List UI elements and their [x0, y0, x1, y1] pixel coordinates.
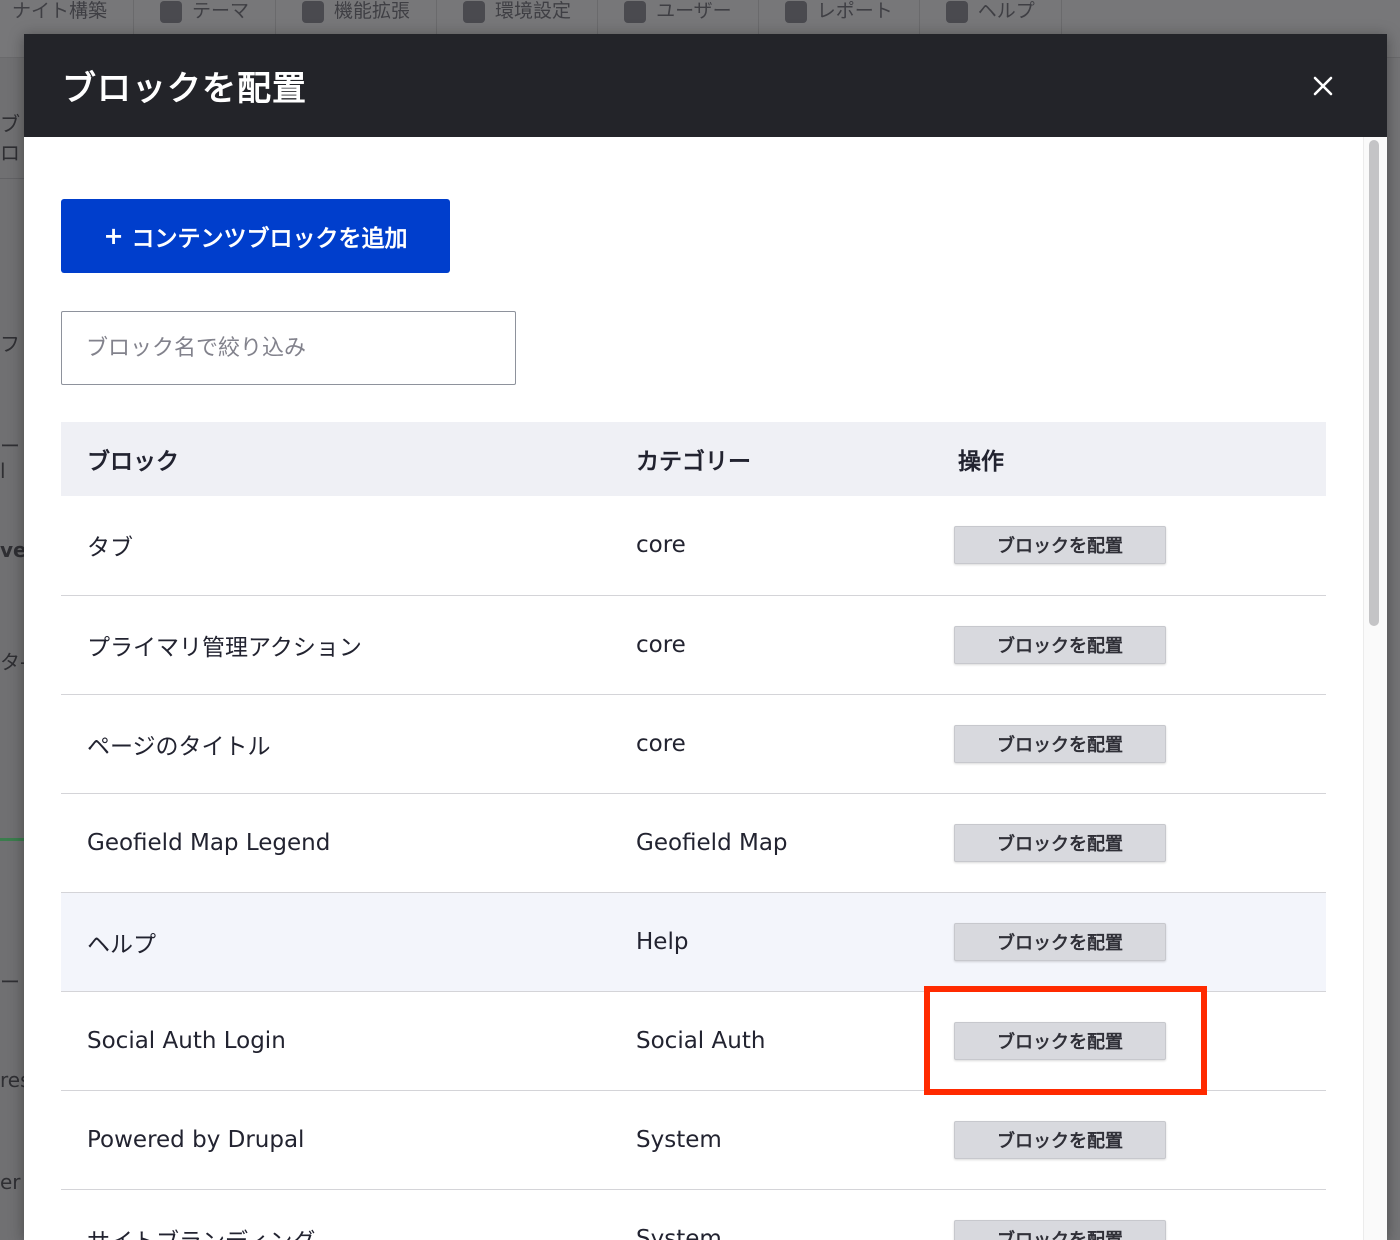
place-block-button[interactable]: ブロックを配置: [954, 922, 1166, 961]
block-name: Powered by Drupal: [87, 1126, 305, 1153]
block-category: Social Auth: [636, 1027, 766, 1054]
plus-icon: +: [103, 222, 124, 250]
block-name: Social Auth Login: [87, 1027, 286, 1054]
place-block-button[interactable]: ブロックを配置: [954, 823, 1166, 862]
table-row: ページのタイトル core ブロックを配置: [61, 694, 1326, 793]
block-list-table: ブロック カテゴリー 操作 タブ core ブロックを配置 プライマリ管理アクシ…: [61, 422, 1326, 1240]
theme-icon: [160, 1, 183, 23]
table-row: ヘルプ Help ブロックを配置: [61, 892, 1326, 991]
place-block-button-social-auth[interactable]: ブロックを配置: [954, 1021, 1166, 1060]
block-name: タブ: [87, 535, 133, 562]
block-name: ページのタイトル: [87, 733, 271, 760]
block-category: core: [636, 532, 686, 559]
help-icon: [945, 1, 968, 23]
dialog-close-button[interactable]: [1307, 70, 1339, 102]
block-name: サイトブランディング: [61, 1189, 610, 1240]
column-header-category: カテゴリー: [636, 449, 751, 475]
reports-icon: [784, 1, 807, 23]
place-block-button[interactable]: ブロックを配置: [954, 1219, 1166, 1240]
people-icon: [624, 1, 647, 23]
table-row: プライマリ管理アクション core ブロックを配置: [61, 595, 1326, 694]
block-category: Geofield Map: [636, 829, 788, 856]
bg-fragment: フ: [0, 332, 20, 356]
background-page-right-edge: [1387, 58, 1400, 1240]
extend-icon: [302, 1, 325, 23]
background-page-left-edge: ブロ フ ー l ve タ- ー res er: [0, 58, 31, 1240]
bg-fragment: ー: [0, 970, 20, 994]
block-category: Help: [636, 928, 689, 955]
place-block-button[interactable]: ブロックを配置: [954, 724, 1166, 763]
table-header-row: ブロック カテゴリー 操作: [61, 422, 1326, 496]
bg-fragment: ブロ: [0, 112, 20, 165]
place-block-button[interactable]: ブロックを配置: [954, 625, 1166, 664]
block-category: core: [636, 730, 686, 757]
table-row: Geofield Map Legend Geofield Map ブロックを配置: [61, 793, 1326, 892]
block-category: System: [636, 1126, 722, 1153]
place-block-button[interactable]: ブロックを配置: [954, 526, 1166, 565]
dialog-header: ブロックを配置: [24, 34, 1387, 137]
table-row: Social Auth Login Social Auth ブロックを配置: [61, 991, 1326, 1090]
bg-fragment: ー l: [0, 434, 20, 483]
block-filter-input[interactable]: [61, 311, 516, 385]
dialog-title: ブロックを配置: [62, 69, 307, 109]
add-content-block-button[interactable]: + コンテンツブロックを追加: [61, 199, 450, 273]
block-name: ヘルプ: [87, 931, 156, 958]
block-name: プライマリ管理アクション: [87, 634, 362, 661]
block-category: System: [636, 1225, 722, 1240]
column-header-block: ブロック: [87, 449, 179, 475]
place-block-button[interactable]: ブロックを配置: [954, 1120, 1166, 1159]
bg-fragment: ve: [0, 538, 27, 562]
table-row: タブ core ブロックを配置: [61, 496, 1326, 595]
block-name: Geofield Map Legend: [87, 829, 331, 856]
place-block-dialog: ブロックを配置 + コンテンツブロックを追加 ブロック カテゴリー 操作: [24, 34, 1387, 1240]
dialog-scrollbar-thumb[interactable]: [1369, 140, 1379, 626]
table-row: サイトブランディング System ブロックを配置: [61, 1189, 1326, 1240]
bg-fragment: er: [0, 1170, 21, 1194]
column-header-operations: 操作: [958, 449, 1004, 475]
config-icon: [463, 1, 486, 23]
add-content-block-label: コンテンツブロックを追加: [131, 226, 408, 252]
close-icon: [1313, 76, 1333, 96]
table-row: Powered by Drupal System ブロックを配置: [61, 1090, 1326, 1189]
block-category: core: [636, 631, 686, 658]
